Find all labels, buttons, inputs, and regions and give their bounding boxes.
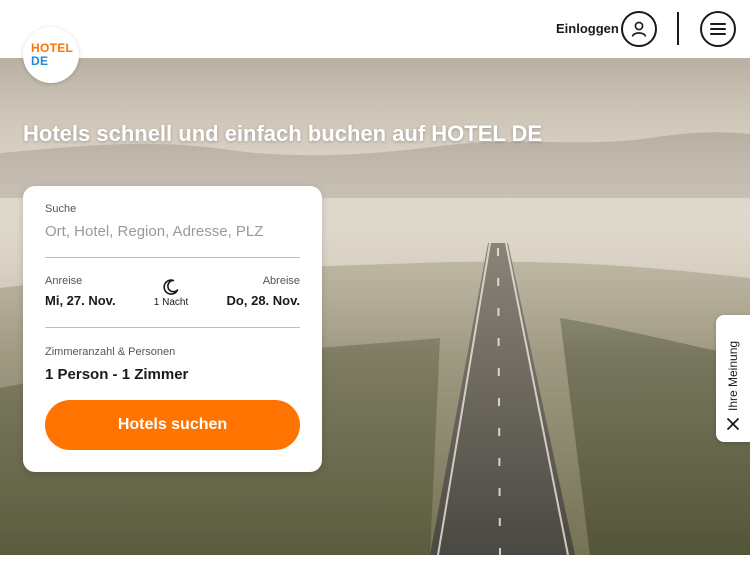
top-navigation-bar: Einloggen bbox=[0, 0, 750, 58]
logo-text-de: DE bbox=[31, 54, 49, 68]
main-menu-button[interactable] bbox=[700, 11, 736, 47]
checkin-label: Anreise bbox=[45, 275, 83, 287]
search-label: Suche bbox=[45, 203, 77, 215]
login-link[interactable]: Einloggen bbox=[556, 21, 619, 36]
checkin-value: Mi, 27. Nov. bbox=[45, 293, 116, 308]
dates-divider bbox=[45, 327, 300, 328]
user-icon bbox=[631, 21, 647, 37]
user-account-button[interactable] bbox=[621, 11, 657, 47]
checkout-label: Abreise bbox=[262, 275, 300, 287]
close-icon[interactable] bbox=[726, 417, 740, 431]
hotel-de-logo[interactable]: HOTEL DE bbox=[23, 27, 79, 83]
rooms-guests-label: Zimmeranzahl & Personen bbox=[45, 346, 176, 358]
rooms-guests-value: 1 Person - 1 Zimmer bbox=[45, 366, 189, 383]
destination-search-input[interactable] bbox=[45, 220, 300, 242]
checkout-value: Do, 28. Nov. bbox=[226, 293, 300, 308]
hero-title: Hotels schnell und einfach buchen auf HO… bbox=[23, 121, 543, 146]
search-hotels-button[interactable]: Hotels suchen bbox=[45, 400, 300, 450]
header-divider bbox=[677, 12, 679, 45]
moon-icon bbox=[163, 279, 179, 295]
feedback-tab[interactable]: Ihre Meinung bbox=[716, 315, 750, 442]
feedback-label: Ihre Meinung bbox=[726, 340, 740, 411]
hotel-search-form: Suche Anreise Mi, 27. Nov. 1 Nacht Abrei… bbox=[23, 186, 322, 472]
nights-count: 1 Nacht bbox=[153, 297, 189, 308]
menu-icon bbox=[710, 23, 726, 35]
search-divider bbox=[45, 257, 300, 258]
